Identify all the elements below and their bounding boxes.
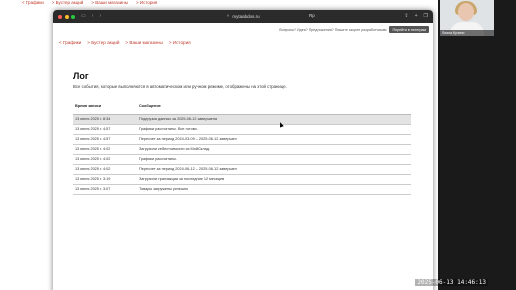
address-bar[interactable]: ◖ mytaabdos.ru xyxy=(173,13,313,20)
row-time: 13 июня 2025 г. 4:57 xyxy=(73,124,137,135)
new-tab-icon[interactable]: + xyxy=(415,13,418,19)
webcam-face xyxy=(458,3,474,21)
help-row: Вопросы? Идеи? Предложения? Пишите скоре… xyxy=(279,26,429,33)
row-time: 13 июня 2025 г. 8:34 xyxy=(73,114,137,125)
telegram-button[interactable]: Перейти в телеграм xyxy=(389,26,429,33)
header-time: Время записи xyxy=(73,104,137,115)
row-time: 13 июня 2025 г. 4:02 xyxy=(73,144,137,155)
zoom-window-button[interactable] xyxy=(71,14,75,19)
row-message: Загрузили себестоимости из МойСклад. xyxy=(137,144,411,155)
share-icon[interactable]: ⇪ xyxy=(404,13,408,19)
desktop-background xyxy=(438,0,516,290)
nav-charts[interactable]: < Графики xyxy=(59,40,81,45)
nav-booster[interactable]: > Бустер акций xyxy=(87,40,119,45)
minimize-window-button[interactable] xyxy=(64,14,69,19)
log-table: Время записи Сообщение 13 июня 2025 г. 8… xyxy=(73,104,411,195)
row-message: Графики рассчитаны. xyxy=(137,154,411,165)
row-message: Пересчет за период 2024-03-09 – 2025-06-… xyxy=(137,134,411,145)
recording-timestamp: 2025-06-13 14:46:13 xyxy=(415,279,488,286)
table-row[interactable]: 13 июня 2025 г. 4:02 Пересчет за период … xyxy=(73,164,411,175)
background-nav-item: > Бустер акций xyxy=(51,0,84,5)
background-nav: < Графики > Бустер акций > Ваши магазины… xyxy=(22,0,157,5)
tabs-icon[interactable]: ❐ xyxy=(424,13,428,19)
browser-toolbar: ▭ ‹ › ◖ mytaabdos.ru Rp ⇪ + ❐ xyxy=(53,10,433,23)
table-header-row: Время записи Сообщение xyxy=(73,104,411,115)
row-time: 13 июня 2025 г. 4:57 xyxy=(73,134,137,145)
table-row[interactable]: 13 июня 2025 г. 3:07 Товары загружены ус… xyxy=(73,184,411,195)
toolbar-right-actions: ⇪ + ❐ xyxy=(404,13,428,19)
reader-button[interactable]: Rp xyxy=(309,13,315,18)
row-time: 13 июня 2025 г. 4:02 xyxy=(73,164,137,175)
nav-history[interactable]: > История xyxy=(169,40,191,45)
table-row[interactable]: 13 июня 2025 г. 4:57 Пересчет за период … xyxy=(73,134,411,145)
row-time: 13 июня 2025 г. 3:19 xyxy=(73,174,137,185)
table-row[interactable]: 13 июня 2025 г. 3:19 Загрузили транзакци… xyxy=(73,174,411,185)
background-nav-item: > История xyxy=(135,0,158,5)
nav-shops[interactable]: > Ваши магазины xyxy=(125,40,162,45)
row-message: Загрузили транзакции за последние 12 мес… xyxy=(137,174,411,185)
sidebar-icon[interactable]: ▭ xyxy=(81,14,86,19)
table-row[interactable]: 13 июня 2025 г. 8:34 Подгрузка данных за… xyxy=(73,114,411,125)
row-message: Пересчет за период 2024-06-12 – 2025-06-… xyxy=(137,164,411,175)
row-message: Графики рассчитаны. Все готово. xyxy=(137,124,411,135)
webcam-name: Лиана Кучино xyxy=(440,30,494,36)
page-subtitle: Все события, которые выполняются в автом… xyxy=(73,84,287,89)
window-controls xyxy=(58,14,75,19)
header-message: Сообщение xyxy=(137,104,411,115)
webcam-overlay: Лиана Кучино xyxy=(440,0,494,36)
page-title: Лог xyxy=(73,71,89,81)
page-content: Вопросы? Идеи? Предложения? Пишите скоре… xyxy=(53,23,433,290)
row-time: 13 июня 2025 г. 3:07 xyxy=(73,184,137,195)
table-row[interactable]: 13 июня 2025 г. 4:02 Загрузили себестоим… xyxy=(73,144,411,155)
browser-window: ▭ ‹ › ◖ mytaabdos.ru Rp ⇪ + ❐ Вопросы? И… xyxy=(53,10,433,290)
background-nav-item: > Ваши магазины xyxy=(91,0,128,5)
url-text: mytaabdos.ru xyxy=(232,14,260,19)
row-time: 13 июня 2025 г. 4:02 xyxy=(73,154,137,165)
close-window-button[interactable] xyxy=(58,14,62,19)
forward-icon[interactable]: › xyxy=(99,14,101,19)
row-message: Товары загружены успешно xyxy=(137,184,411,195)
row-message: Подгрузка данных за 2025-06-12 завершена xyxy=(137,114,411,125)
back-icon[interactable]: ‹ xyxy=(92,14,94,19)
help-text: Вопросы? Идеи? Предложения? Пишите скоре… xyxy=(279,27,387,32)
table-row[interactable]: 13 июня 2025 г. 4:57 Графики рассчитаны.… xyxy=(73,124,411,135)
table-row[interactable]: 13 июня 2025 г. 4:02 Графики рассчитаны. xyxy=(73,154,411,165)
shield-icon: ◖ xyxy=(226,13,230,19)
main-nav: < Графики > Бустер акций > Ваши магазины… xyxy=(59,40,191,45)
background-nav-item: < Графики xyxy=(22,0,44,5)
